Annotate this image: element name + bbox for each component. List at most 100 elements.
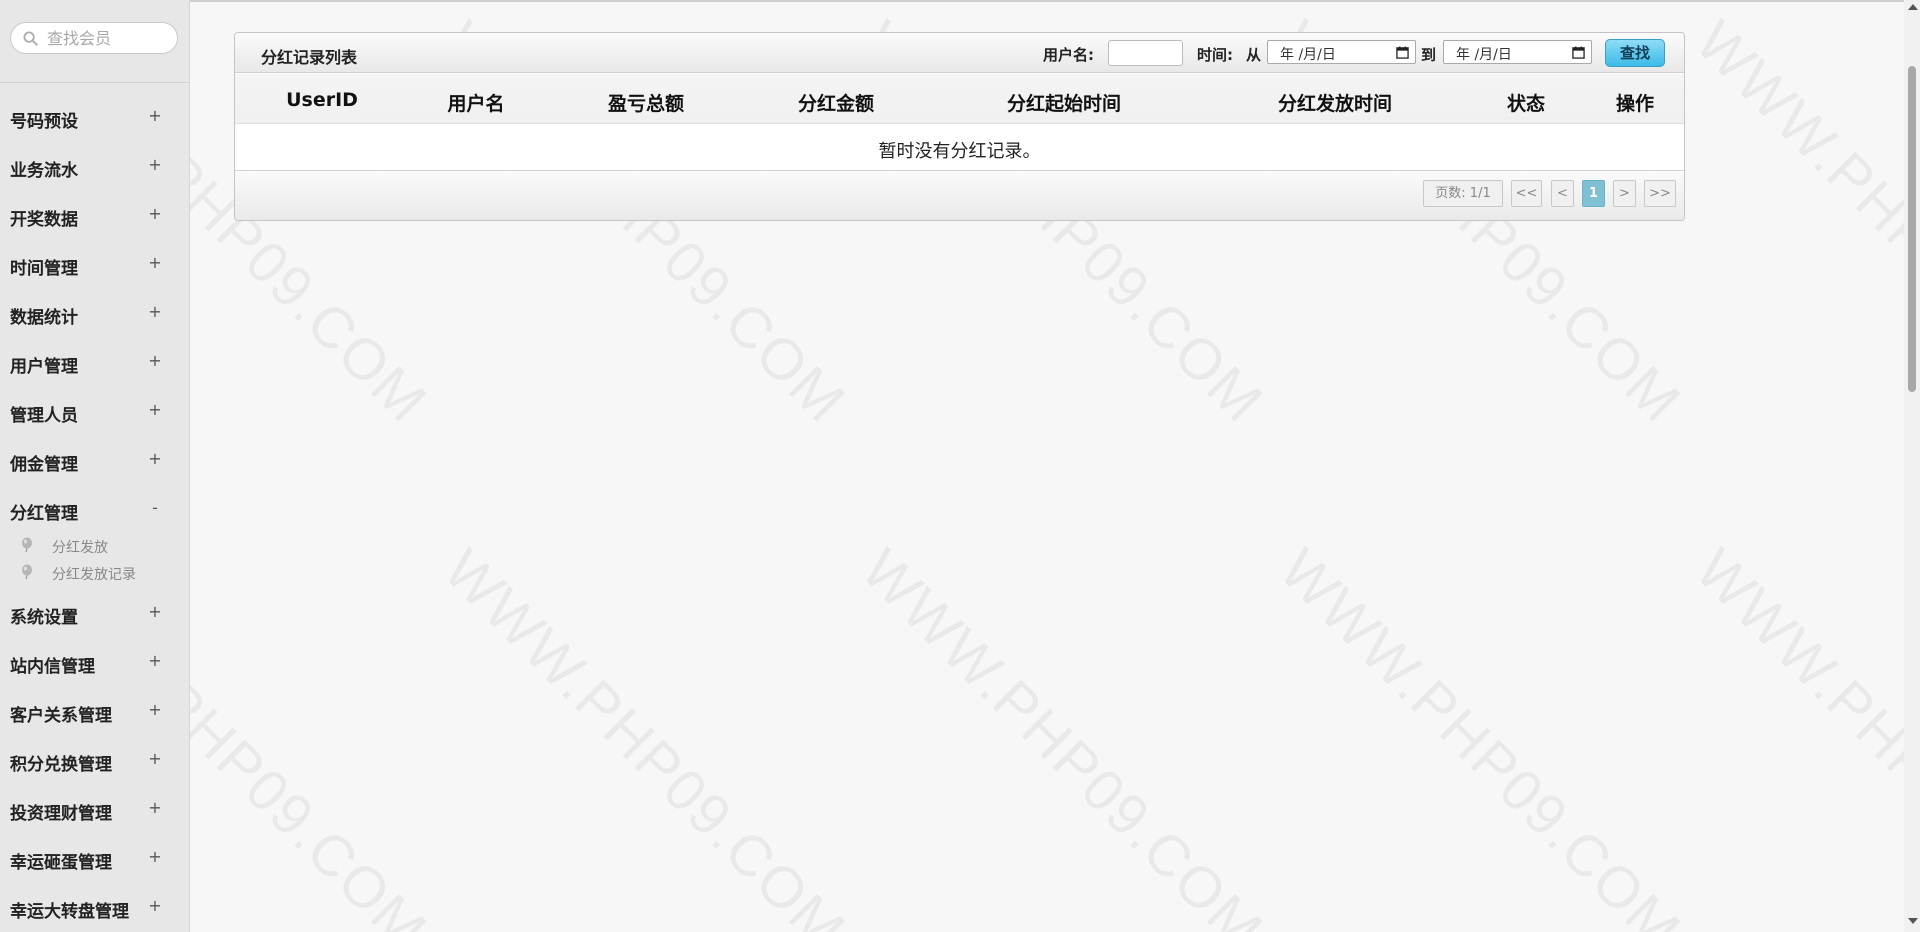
nav-item-statistics[interactable]: 数据统计 + bbox=[0, 295, 190, 331]
nav-item-time-management[interactable]: 时间管理 + bbox=[0, 246, 190, 282]
nav-item-label: 客户关系管理 bbox=[10, 706, 112, 726]
watermark: WWW.PHP09.COM bbox=[1683, 536, 1920, 932]
expand-icon: + bbox=[148, 449, 162, 468]
expand-icon: + bbox=[148, 700, 162, 719]
empty-message: 暂时没有分红记录。 bbox=[878, 141, 1041, 162]
watermark: WWW.PHP09.COM bbox=[1267, 536, 1694, 932]
watermark: WWW.PHP09.COM bbox=[431, 536, 858, 932]
column-header-username: 用户名 bbox=[447, 93, 505, 115]
to-label: 到 bbox=[1421, 46, 1437, 64]
column-header-dividend-amount: 分红金额 bbox=[797, 93, 875, 115]
nav-item-label: 分红管理 bbox=[10, 504, 78, 524]
nav-item-lucky-wheel[interactable]: 幸运大转盘管理 + bbox=[0, 889, 190, 925]
current-page-button[interactable]: 1 bbox=[1582, 180, 1605, 207]
time-label: 时间: bbox=[1197, 46, 1233, 64]
scroll-thumb[interactable] bbox=[1908, 66, 1916, 392]
first-page-button[interactable]: << bbox=[1511, 180, 1542, 207]
last-page-button[interactable]: >> bbox=[1644, 180, 1676, 207]
sub-item-dividend-records[interactable]: 分红发放记录 bbox=[0, 561, 190, 585]
vertical-scrollbar[interactable] bbox=[1904, 0, 1920, 932]
balloon-icon bbox=[22, 564, 32, 580]
collapse-icon: - bbox=[152, 498, 158, 517]
nav-item-label: 业务流水 bbox=[10, 161, 78, 181]
nav-item-label: 用户管理 bbox=[10, 357, 78, 377]
prev-page-button[interactable]: < bbox=[1551, 180, 1574, 207]
search-button[interactable]: 查找 bbox=[1605, 39, 1665, 67]
nav-item-crm[interactable]: 客户关系管理 + bbox=[0, 693, 190, 729]
expand-icon: + bbox=[148, 351, 162, 370]
nav-item-system-settings[interactable]: 系统设置 + bbox=[0, 595, 190, 631]
username-label: 用户名: bbox=[1043, 46, 1094, 64]
column-header-profit-total: 盈亏总额 bbox=[607, 93, 685, 115]
expand-icon: + bbox=[148, 106, 162, 125]
nav-item-label: 幸运大转盘管理 bbox=[10, 902, 129, 922]
pagination-bar: 页数: 1/1 << < 1 > >> bbox=[235, 172, 1684, 220]
nav-item-user-management[interactable]: 用户管理 + bbox=[0, 344, 190, 380]
watermark: WWW.PHP09.COM bbox=[1683, 8, 1920, 436]
nav-item-admins[interactable]: 管理人员 + bbox=[0, 393, 190, 429]
sub-item-label: 分红发放记录 bbox=[52, 567, 136, 583]
nav-item-label: 数据统计 bbox=[10, 308, 78, 328]
nav-item-label: 站内信管理 bbox=[10, 657, 95, 677]
next-page-button[interactable]: > bbox=[1613, 180, 1636, 207]
expand-icon: + bbox=[148, 847, 162, 866]
empty-state-row: 暂时没有分红记录。 bbox=[235, 125, 1684, 171]
nav-item-commission[interactable]: 佣金管理 + bbox=[0, 442, 190, 478]
from-label: 从 bbox=[1246, 46, 1262, 64]
expand-icon: + bbox=[148, 896, 162, 915]
nav-item-investment[interactable]: 投资理财管理 + bbox=[0, 791, 190, 827]
balloon-icon bbox=[22, 537, 32, 553]
watermark: WWW.PHP09.COM bbox=[849, 536, 1276, 932]
expand-icon: + bbox=[148, 302, 162, 321]
column-header-start-time: 分红起始时间 bbox=[1006, 93, 1122, 115]
page-info: 页数: 1/1 bbox=[1423, 180, 1503, 207]
table-header-row: UserID 用户名 盈亏总额 分红金额 分红起始时间 分红发放时间 状态 操作 bbox=[235, 74, 1684, 124]
nav-item-number-preset[interactable]: 号码预设 + bbox=[0, 99, 190, 135]
nav-item-dividend[interactable]: 分红管理 - bbox=[0, 491, 190, 527]
sidebar-divider bbox=[0, 82, 190, 83]
member-search-input[interactable] bbox=[47, 28, 172, 48]
sub-item-label: 分红发放 bbox=[52, 540, 108, 556]
nav-item-draw-data[interactable]: 开奖数据 + bbox=[0, 197, 190, 233]
column-header-payout-time: 分红发放时间 bbox=[1277, 93, 1393, 115]
date-from-value: 年 /月/日 bbox=[1280, 47, 1336, 63]
expand-icon: + bbox=[148, 749, 162, 768]
top-border bbox=[190, 0, 1904, 2]
nav-item-label: 佣金管理 bbox=[10, 455, 78, 475]
expand-icon: + bbox=[148, 155, 162, 174]
username-input[interactable] bbox=[1108, 40, 1183, 66]
nav-item-label: 系统设置 bbox=[10, 608, 78, 628]
expand-icon: + bbox=[148, 602, 162, 621]
sidebar: 号码预设 + 业务流水 + 开奖数据 + 时间管理 + 数据统计 + 用户管理 … bbox=[0, 0, 190, 932]
nav-item-label: 时间管理 bbox=[10, 259, 78, 279]
expand-icon: + bbox=[148, 651, 162, 670]
nav-item-label: 积分兑换管理 bbox=[10, 755, 112, 775]
panel-header: 分红记录列表 用户名: 时间: 从 年 /月/日 到 年 /月/日 查找 bbox=[235, 33, 1684, 73]
date-to-value: 年 /月/日 bbox=[1456, 47, 1512, 63]
nav-item-label: 管理人员 bbox=[10, 406, 78, 426]
search-icon bbox=[23, 31, 38, 46]
column-header-userid: UserID bbox=[286, 89, 358, 111]
calendar-icon[interactable] bbox=[1396, 46, 1409, 59]
member-search[interactable] bbox=[10, 22, 178, 54]
expand-icon: + bbox=[148, 400, 162, 419]
expand-icon: + bbox=[148, 798, 162, 817]
dividend-records-panel: 分红记录列表 用户名: 时间: 从 年 /月/日 到 年 /月/日 查找 Use… bbox=[234, 32, 1685, 221]
nav-item-messages[interactable]: 站内信管理 + bbox=[0, 644, 190, 680]
date-to-input[interactable]: 年 /月/日 bbox=[1443, 40, 1592, 64]
expand-icon: + bbox=[148, 253, 162, 272]
calendar-icon[interactable] bbox=[1572, 46, 1585, 59]
nav-item-label: 开奖数据 bbox=[10, 210, 78, 230]
scroll-down-arrow-icon[interactable] bbox=[1908, 918, 1918, 924]
nav-item-label: 号码预设 bbox=[10, 112, 78, 132]
nav-item-label: 投资理财管理 bbox=[10, 804, 112, 824]
nav-item-points-exchange[interactable]: 积分兑换管理 + bbox=[0, 742, 190, 778]
expand-icon: + bbox=[148, 204, 162, 223]
nav-item-label: 幸运砸蛋管理 bbox=[10, 853, 112, 873]
sub-item-dividend-payout[interactable]: 分红发放 bbox=[0, 534, 190, 558]
nav-item-lucky-egg[interactable]: 幸运砸蛋管理 + bbox=[0, 840, 190, 876]
nav-item-business-flow[interactable]: 业务流水 + bbox=[0, 148, 190, 184]
column-header-actions: 操作 bbox=[1615, 93, 1655, 115]
scroll-up-arrow-icon[interactable] bbox=[1908, 4, 1918, 10]
date-from-input[interactable]: 年 /月/日 bbox=[1267, 40, 1416, 64]
